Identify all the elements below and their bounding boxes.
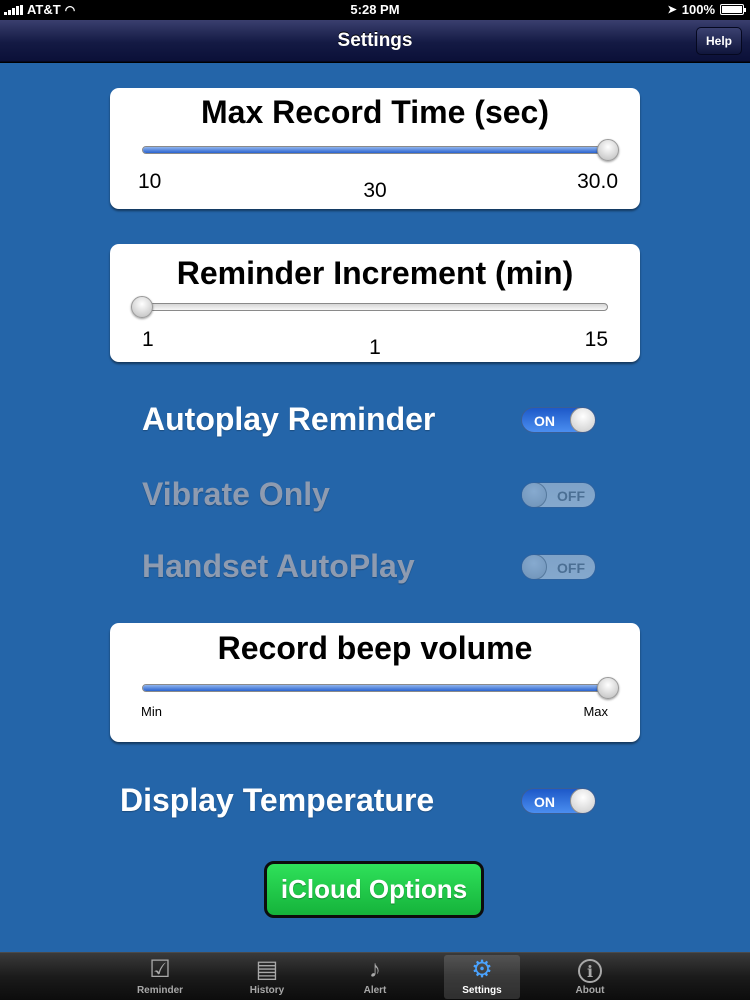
vibrate-switch-state: OFF <box>557 488 585 504</box>
switch-knob <box>522 483 547 507</box>
autoplay-reminder-switch[interactable]: ON <box>521 407 596 433</box>
max-record-current-label: 30 <box>363 179 387 202</box>
beep-volume-slider-fill <box>143 685 607 691</box>
vibrate-only-switch[interactable]: OFF <box>521 482 596 508</box>
tab-label: Alert <box>363 985 387 996</box>
temperature-switch-state: ON <box>534 794 555 810</box>
help-button[interactable]: Help <box>696 27 742 55</box>
tab-label: About <box>575 985 605 996</box>
reminder-increment-current-label: 1 <box>369 336 381 359</box>
info-icon: i <box>552 955 628 985</box>
tab-about[interactable]: i About <box>552 955 628 999</box>
beep-volume-slider-track[interactable] <box>142 684 608 692</box>
notepad-icon: ▤ <box>255 956 279 983</box>
handset-switch-state: OFF <box>557 560 585 576</box>
reminder-increment-max-label: 15 <box>584 328 608 351</box>
tab-label: Reminder <box>136 985 184 996</box>
autoplay-switch-state: ON <box>534 413 555 429</box>
max-record-max-label: 30.0 <box>577 170 618 193</box>
record-beep-volume-title: Record beep volume <box>217 630 533 666</box>
music-note-icon: ♪ <box>369 956 381 983</box>
max-record-time-panel: Max Record Time (sec) 10 30 30.0 <box>110 88 640 209</box>
max-record-time-slider-fill <box>143 147 607 153</box>
tab-bar: ☑ Reminder ▤ History ♪ Alert ⚙ Settings … <box>0 952 750 1000</box>
tab-label: Settings <box>462 985 502 996</box>
reminder-increment-slider-track[interactable] <box>142 303 608 311</box>
tab-label: History <box>249 985 285 996</box>
tab-alert[interactable]: ♪ Alert <box>337 955 413 999</box>
max-record-time-title: Max Record Time (sec) <box>201 94 549 130</box>
icloud-options-button[interactable]: iCloud Options <box>264 861 484 918</box>
location-arrow-icon: ➤ <box>667 4 677 16</box>
beep-volume-slider-thumb[interactable] <box>597 677 619 699</box>
switch-knob <box>570 789 595 813</box>
tab-settings[interactable]: ⚙ Settings <box>444 955 520 999</box>
switch-knob <box>570 408 595 432</box>
autoplay-reminder-label: Autoplay Reminder <box>142 401 436 437</box>
record-beep-volume-panel: Record beep volume Min Max <box>110 623 640 742</box>
reminder-increment-slider-thumb[interactable] <box>131 296 153 318</box>
display-temperature-label: Display Temperature <box>120 782 435 818</box>
handset-autoplay-label: Handset AutoPlay <box>142 548 415 584</box>
max-record-time-slider-track[interactable] <box>142 146 608 154</box>
switch-knob <box>522 555 547 579</box>
reminder-increment-panel: Reminder Increment (min) 1 1 15 <box>110 244 640 362</box>
navigation-bar: Settings Help <box>0 20 750 62</box>
battery-icon <box>720 4 746 15</box>
page-title: Settings <box>337 30 413 51</box>
max-record-time-slider-thumb[interactable] <box>597 139 619 161</box>
status-bar: AT&T ◠ 5:28 PM ➤ 100% <box>0 0 750 20</box>
battery-percent: 100% <box>681 2 715 17</box>
settings-content: Max Record Time (sec) 10 30 30.0 Reminde… <box>0 63 750 952</box>
tab-history[interactable]: ▤ History <box>229 955 305 999</box>
checkbox-icon: ☑ <box>149 956 171 983</box>
display-temperature-switch[interactable]: ON <box>521 788 596 814</box>
reminder-increment-title: Reminder Increment (min) <box>176 255 574 291</box>
beep-volume-min-label: Min <box>141 704 162 719</box>
gear-icon: ⚙ <box>471 956 493 983</box>
vibrate-only-label: Vibrate Only <box>142 476 330 512</box>
handset-autoplay-switch[interactable]: OFF <box>521 554 596 580</box>
status-time: 5:28 PM <box>350 2 400 17</box>
beep-volume-max-label: Max <box>583 704 608 719</box>
tab-reminder[interactable]: ☑ Reminder <box>122 955 198 999</box>
